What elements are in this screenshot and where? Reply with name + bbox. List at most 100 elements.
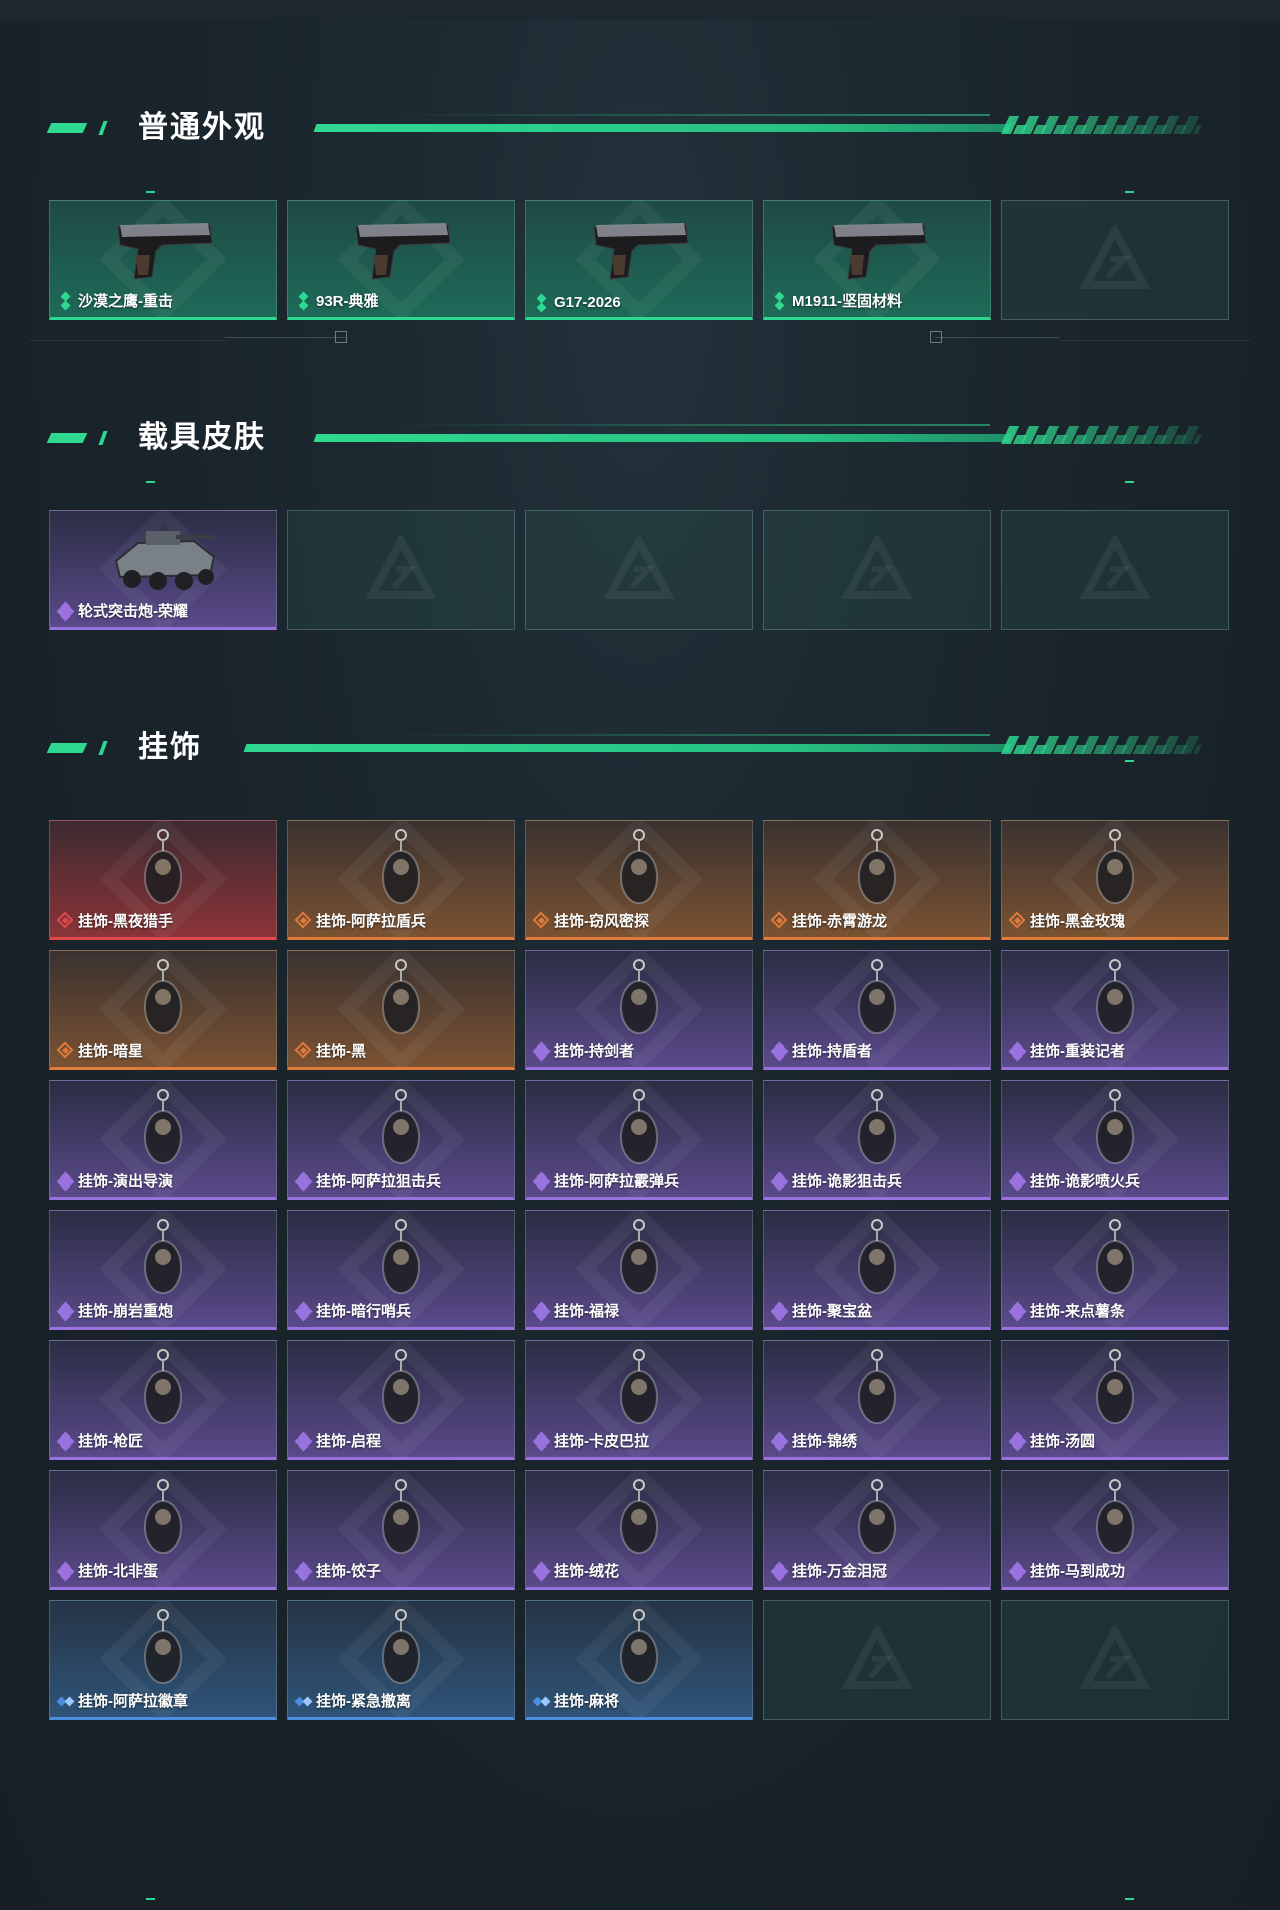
item-card[interactable]: 挂饰-重装记者 bbox=[1001, 950, 1229, 1070]
charm-icon bbox=[620, 1089, 658, 1164]
charm-icon bbox=[858, 959, 896, 1034]
item-card[interactable]: 挂饰-阿萨拉徽章 bbox=[49, 1600, 277, 1720]
item-label: 挂饰-阿萨拉霰弹兵 bbox=[554, 1173, 679, 1190]
item-card[interactable]: 挂饰-万金泪冠 bbox=[763, 1470, 991, 1590]
item-label-row: 挂饰-黑夜猎手 bbox=[56, 910, 173, 931]
section-deco-tick bbox=[98, 741, 108, 755]
section-deco-bar bbox=[313, 124, 1012, 132]
top-strip bbox=[0, 0, 1280, 20]
item-label-row: 挂饰-紧急撤离 bbox=[294, 1690, 411, 1711]
item-card[interactable]: 挂饰-暗星 bbox=[49, 950, 277, 1070]
item-card[interactable]: 挂饰-持剑者 bbox=[525, 950, 753, 1070]
item-label-row: 挂饰-黑金玫瑰 bbox=[1008, 910, 1125, 931]
rarity-icon bbox=[294, 1693, 313, 1709]
charm-icon bbox=[144, 1609, 182, 1684]
rarity-icon bbox=[532, 1561, 551, 1581]
item-label-row: 挂饰-诡影喷火兵 bbox=[1008, 1170, 1140, 1191]
charm-icon bbox=[858, 1479, 896, 1554]
item-card[interactable]: 挂饰-麻将 bbox=[525, 1600, 753, 1720]
charm-icon bbox=[382, 1609, 420, 1684]
item-card[interactable]: 挂饰-启程 bbox=[287, 1340, 515, 1460]
section-deco-bar bbox=[243, 744, 1012, 752]
rarity-icon bbox=[770, 1171, 789, 1191]
item-label: 挂饰-阿萨拉狙击兵 bbox=[316, 1173, 441, 1190]
rarity-icon bbox=[1008, 1041, 1027, 1061]
rarity-icon bbox=[58, 291, 74, 310]
item-card[interactable]: 挂饰-马到成功 bbox=[1001, 1470, 1229, 1590]
item-card[interactable]: 挂饰-来点薯条 bbox=[1001, 1210, 1229, 1330]
corner-mark bbox=[1125, 760, 1134, 762]
charm-icon bbox=[858, 1089, 896, 1164]
item-label-row: 93R-典雅 bbox=[296, 290, 379, 311]
item-card[interactable]: 挂饰-阿萨拉盾兵 bbox=[287, 820, 515, 940]
empty-slot bbox=[1001, 510, 1229, 630]
item-card[interactable]: 挂饰-紧急撤离 bbox=[287, 1600, 515, 1720]
item-label: 挂饰-崩岩重炮 bbox=[78, 1303, 173, 1320]
empty-slot-icon bbox=[603, 532, 675, 605]
item-card[interactable]: 挂饰-崩岩重炮 bbox=[49, 1210, 277, 1330]
rarity-icon bbox=[294, 1431, 313, 1451]
empty-slot-icon bbox=[1079, 532, 1151, 605]
item-card[interactable]: 挂饰-卡皮巴拉 bbox=[525, 1340, 753, 1460]
charm-icon bbox=[382, 1479, 420, 1554]
item-label-row: 挂饰-阿萨拉霰弹兵 bbox=[532, 1170, 679, 1191]
item-card[interactable]: 挂饰-暗行哨兵 bbox=[287, 1210, 515, 1330]
item-label: M1911-坚固材料 bbox=[792, 293, 903, 310]
item-label-row: 挂饰-北非蛋 bbox=[56, 1560, 158, 1581]
charm-icon bbox=[144, 829, 182, 904]
item-card[interactable]: 挂饰-黑金玫瑰 bbox=[1001, 820, 1229, 940]
item-card[interactable]: 挂饰-演出导演 bbox=[49, 1080, 277, 1200]
section-charms: 挂饰 挂饰-黑夜猎手 挂饰-阿萨拉盾兵 挂饰-窃风密探 挂饰-赤霄游龙 挂饰-黑… bbox=[0, 718, 1280, 1720]
item-label-row: M1911-坚固材料 bbox=[772, 290, 902, 311]
item-label: 挂饰-黑 bbox=[316, 1043, 366, 1060]
item-card[interactable]: 挂饰-绒花 bbox=[525, 1470, 753, 1590]
item-label: 挂饰-来点薯条 bbox=[1030, 1303, 1125, 1320]
item-card[interactable]: 挂饰-福禄 bbox=[525, 1210, 753, 1330]
section-deco-thin bbox=[390, 734, 990, 736]
item-label: 挂饰-聚宝盆 bbox=[792, 1303, 872, 1320]
item-label: 挂饰-演出导演 bbox=[78, 1173, 173, 1190]
rarity-icon bbox=[532, 1693, 551, 1709]
item-card[interactable]: 挂饰-枪匠 bbox=[49, 1340, 277, 1460]
item-card[interactable]: 挂饰-诡影喷火兵 bbox=[1001, 1080, 1229, 1200]
item-card[interactable]: 挂饰-北非蛋 bbox=[49, 1470, 277, 1590]
item-card[interactable]: M1911-坚固材料 bbox=[763, 200, 991, 320]
item-label: 轮式突击炮-荣耀 bbox=[78, 603, 188, 620]
charm-icon bbox=[620, 1479, 658, 1554]
item-card[interactable]: 挂饰-黑 bbox=[287, 950, 515, 1070]
rarity-icon bbox=[534, 293, 550, 312]
item-card[interactable]: 挂饰-聚宝盆 bbox=[763, 1210, 991, 1330]
item-card[interactable]: 挂饰-窃风密探 bbox=[525, 820, 753, 940]
item-card[interactable]: 挂饰-黑夜猎手 bbox=[49, 820, 277, 940]
item-card[interactable]: 挂饰-饺子 bbox=[287, 1470, 515, 1590]
item-label: 挂饰-枪匠 bbox=[78, 1433, 143, 1450]
item-card[interactable]: 挂饰-阿萨拉霰弹兵 bbox=[525, 1080, 753, 1200]
rarity-icon bbox=[1008, 1301, 1027, 1321]
item-card[interactable]: 挂饰-汤圆 bbox=[1001, 1340, 1229, 1460]
rarity-icon bbox=[56, 1561, 75, 1581]
item-card[interactable]: 挂饰-持盾者 bbox=[763, 950, 991, 1070]
empty-slot bbox=[287, 510, 515, 630]
item-label-row: 挂饰-阿萨拉盾兵 bbox=[294, 910, 426, 931]
item-label: 挂饰-暗星 bbox=[78, 1043, 143, 1060]
item-card[interactable]: 挂饰-赤霄游龙 bbox=[763, 820, 991, 940]
section-deco-checker bbox=[1002, 125, 1203, 134]
item-label-row: 轮式突击炮-荣耀 bbox=[56, 600, 188, 621]
section-deco-tick bbox=[98, 121, 108, 135]
item-label: 挂饰-万金泪冠 bbox=[792, 1563, 887, 1580]
item-label-row: 挂饰-锦绣 bbox=[770, 1430, 857, 1451]
item-card[interactable]: 93R-典雅 bbox=[287, 200, 515, 320]
item-label: 挂饰-赤霄游龙 bbox=[792, 913, 887, 930]
item-label-row: 挂饰-赤霄游龙 bbox=[770, 910, 887, 931]
item-card[interactable]: G17-2026 bbox=[525, 200, 753, 320]
charm-icon bbox=[382, 959, 420, 1034]
item-card[interactable]: 挂饰-诡影狙击兵 bbox=[763, 1080, 991, 1200]
item-card[interactable]: 轮式突击炮-荣耀 bbox=[49, 510, 277, 630]
item-label: 挂饰-重装记者 bbox=[1030, 1043, 1125, 1060]
item-card[interactable]: 挂饰-锦绣 bbox=[763, 1340, 991, 1460]
charm-icon bbox=[620, 1349, 658, 1424]
item-label: 挂饰-暗行哨兵 bbox=[316, 1303, 411, 1320]
item-card[interactable]: 挂饰-阿萨拉狙击兵 bbox=[287, 1080, 515, 1200]
item-label: 挂饰-窃风密探 bbox=[554, 913, 649, 930]
item-card[interactable]: 沙漠之鹰-重击 bbox=[49, 200, 277, 320]
